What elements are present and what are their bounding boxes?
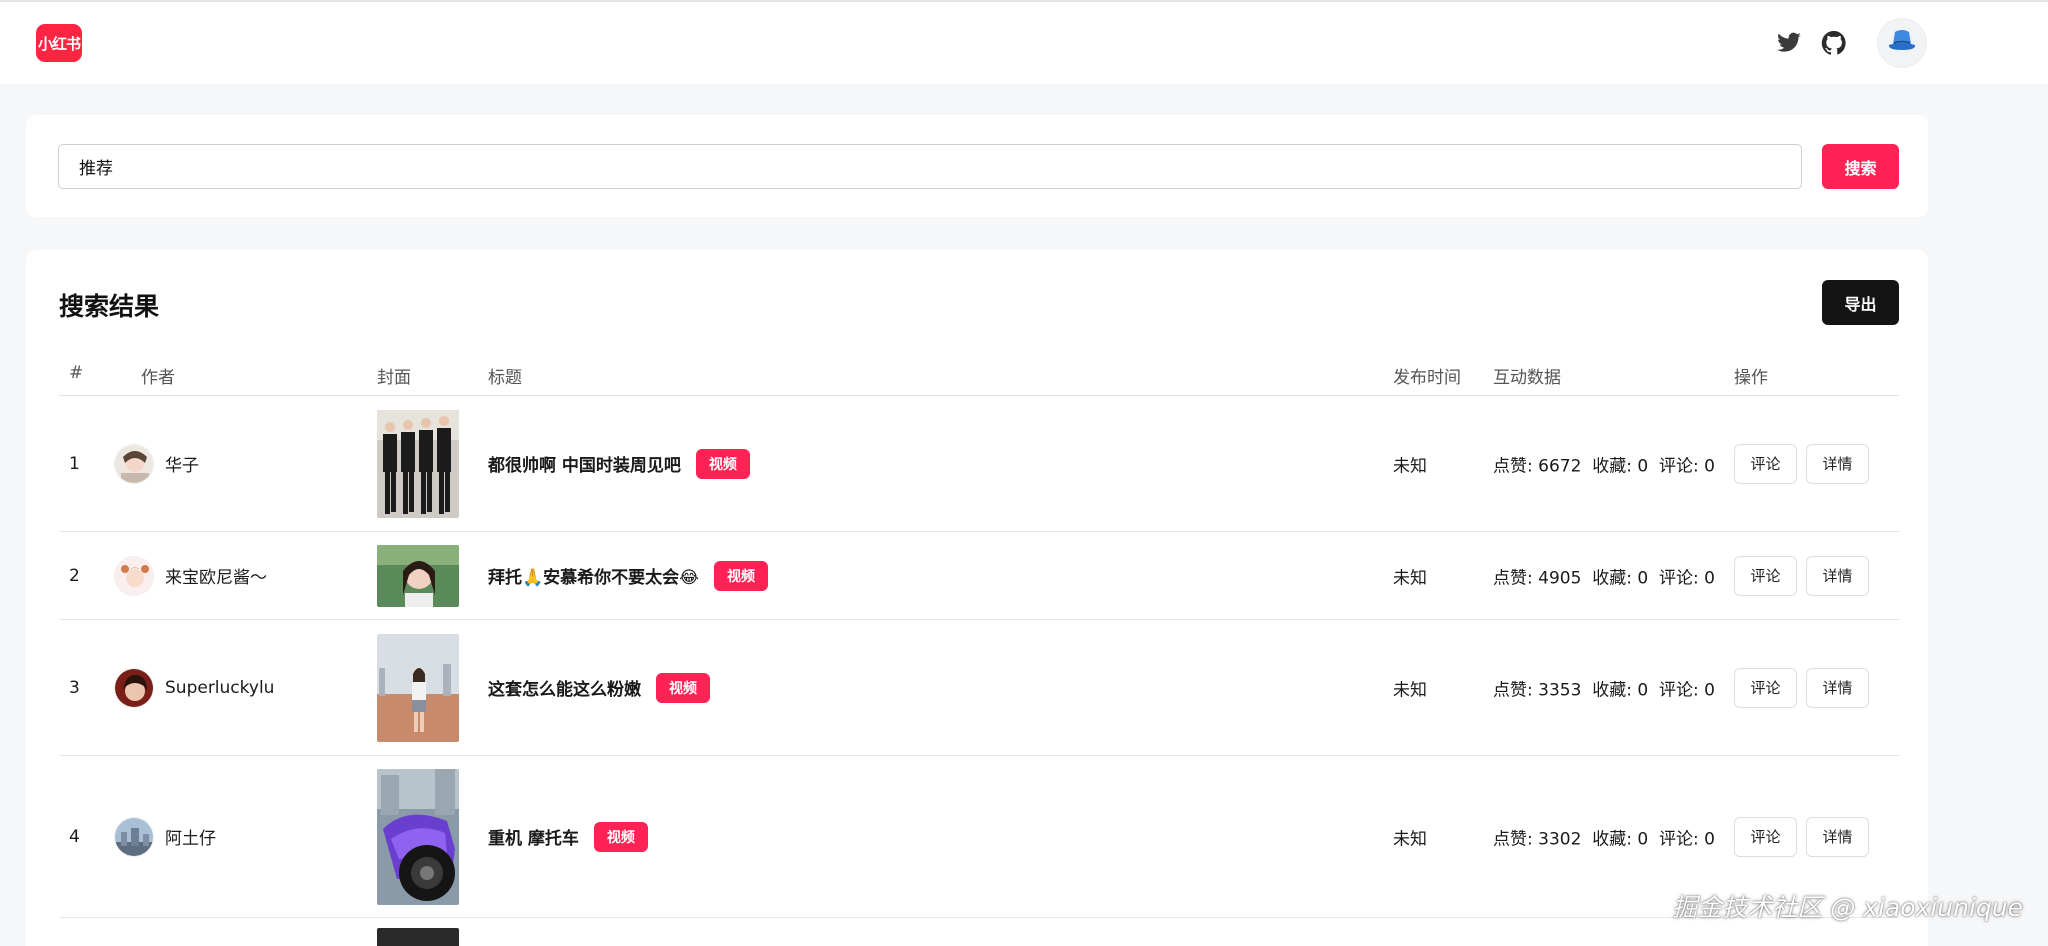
author-cell[interactable]: 华子 [114,443,199,484]
row-index: 3 [69,677,80,698]
post-title-text: 重机 摩托车 [488,829,579,849]
user-avatar-button[interactable] [1877,18,1927,68]
table-row: 2 来宝欧尼酱～ 拜托🙏安慕希你不要太会😂 视频 未知 点赞: 4905 收藏:… [59,532,1899,620]
table-row [59,918,1899,946]
col-time: 发布时间 [1393,368,1461,388]
post-title-text: 这套怎么能这么粉嫩 [488,680,641,700]
publish-time: 未知 [1393,568,1427,588]
cover-image[interactable] [377,409,459,518]
table-row: 4 阿土仔 重机 摩托车 视频 未知 点赞: 3302 收藏: 0 评论: 0 … [59,756,1899,918]
cover-image[interactable] [377,928,459,946]
cover-image[interactable] [377,633,459,742]
row-actions: 评论 详情 [1734,555,1869,596]
author-name: 华子 [165,456,199,476]
table-row: 1 华子 都很帅啊 中国时装周见吧 视频 未知 点赞: 6672 收藏: 0 评… [59,396,1899,532]
video-tag: 视频 [656,672,710,703]
col-cover: 封面 [377,368,411,388]
results-table: # 作者 封面 标题 发布时间 互动数据 操作 1 华子 都很帅啊 中国时装周见… [59,350,1899,946]
comment-button[interactable]: 评论 [1734,555,1797,596]
col-stats: 互动数据 [1493,368,1561,388]
detail-button[interactable]: 详情 [1806,555,1869,596]
post-title: 重机 摩托车 视频 [488,821,648,852]
detail-button[interactable]: 详情 [1806,667,1869,708]
author-avatar [114,816,154,857]
post-title-text: 拜托🙏安慕希你不要太会😂 [488,568,700,588]
author-avatar [114,443,154,484]
publish-time: 未知 [1393,829,1427,849]
video-tag: 视频 [695,448,750,479]
row-index: 1 [69,453,80,474]
search-card: 搜索 [26,115,1928,217]
detail-button[interactable]: 详情 [1806,443,1869,484]
bucket-hat-icon [1887,28,1917,58]
post-title: 都很帅啊 中国时装周见吧 视频 [488,448,750,479]
detail-button[interactable]: 详情 [1806,816,1869,857]
col-title: 标题 [488,368,522,388]
comment-button[interactable]: 评论 [1734,667,1797,708]
publish-time: 未知 [1393,680,1427,700]
author-cell[interactable]: Superluckylu [114,667,275,708]
search-input[interactable] [58,144,1802,189]
export-button[interactable]: 导出 [1822,280,1899,325]
row-actions: 评论 详情 [1734,667,1869,708]
post-title: 拜托🙏安慕希你不要太会😂 视频 [488,560,769,591]
github-icon[interactable] [1821,30,1847,56]
table-row: 3 Superluckylu 这套怎么能这么粉嫩 视频 未知 点赞: 3353 … [59,620,1899,756]
post-title-text: 都很帅啊 中国时装周见吧 [488,456,681,476]
search-button[interactable]: 搜索 [1822,144,1899,189]
xiaohongshu-logo[interactable]: 小红书 [36,24,82,62]
author-name: 阿土仔 [165,829,216,849]
results-card: 搜索结果 导出 # 作者 封面 标题 发布时间 互动数据 操作 1 华子 都很帅… [26,250,1928,946]
author-avatar [114,555,154,596]
post-title: 这套怎么能这么粉嫩 视频 [488,672,710,703]
top-header: 小红书 [0,2,2048,84]
row-index: 2 [69,565,80,586]
col-author: 作者 [141,368,175,388]
comment-button[interactable]: 评论 [1734,443,1797,484]
interaction-stats: 点赞: 4905 收藏: 0 评论: 0 [1493,568,1715,588]
author-name: Superluckylu [165,677,275,698]
video-tag: 视频 [593,821,648,852]
cover-image[interactable] [377,768,459,905]
row-actions: 评论 详情 [1734,443,1869,484]
cover-image[interactable] [377,544,459,607]
row-index: 4 [69,826,80,847]
author-cell[interactable]: 阿土仔 [114,816,216,857]
col-index: # [69,363,84,383]
video-tag: 视频 [714,560,769,591]
col-ops: 操作 [1734,368,1768,388]
twitter-icon[interactable] [1776,30,1802,56]
comment-button[interactable]: 评论 [1734,816,1797,857]
interaction-stats: 点赞: 3353 收藏: 0 评论: 0 [1493,680,1715,700]
author-avatar [114,667,154,708]
interaction-stats: 点赞: 6672 收藏: 0 评论: 0 [1493,456,1715,476]
results-title: 搜索结果 [59,292,160,321]
interaction-stats: 点赞: 3302 收藏: 0 评论: 0 [1493,829,1715,849]
author-cell[interactable]: 来宝欧尼酱～ [114,555,267,596]
publish-time: 未知 [1393,456,1427,476]
table-header: # 作者 封面 标题 发布时间 互动数据 操作 [59,350,1899,396]
row-actions: 评论 详情 [1734,816,1869,857]
author-name: 来宝欧尼酱～ [165,568,267,588]
watermark: 掘金技术社区 @ xiaoxiunique [1672,893,2023,922]
